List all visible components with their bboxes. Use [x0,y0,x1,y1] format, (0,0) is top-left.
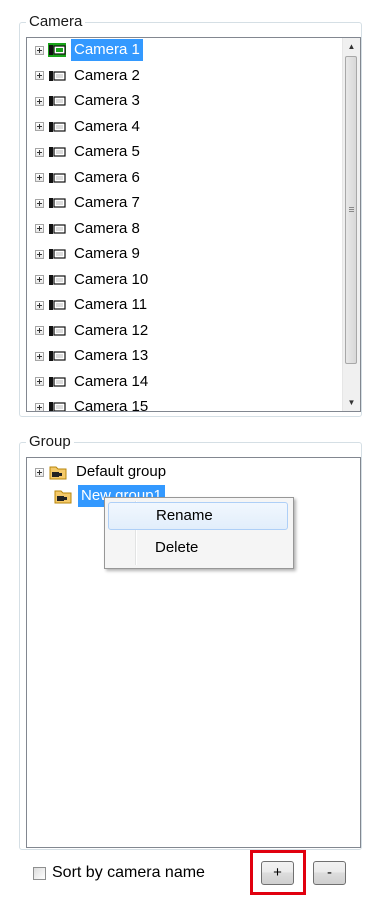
expand-icon[interactable] [35,173,44,182]
expand-icon[interactable] [35,402,44,411]
menu-item-rename[interactable]: Rename [108,502,288,530]
menu-item-delete[interactable]: Delete [108,534,288,562]
camera-label: Camera 15 [74,398,149,412]
camera-item[interactable]: Camera 5 [35,140,143,164]
expand-icon[interactable] [35,147,44,157]
expand-icon[interactable] [35,96,44,106]
camera-icon [49,70,66,81]
camera-label: Camera 4 [74,117,140,135]
camera-item[interactable]: Camera 4 [35,115,143,139]
scroll-up-arrow[interactable]: ▲ [343,38,360,55]
camera-item[interactable]: Camera 9 [35,242,143,266]
camera-item[interactable]: Camera 6 [35,166,143,190]
camera-folder-icon [49,466,67,480]
camera-panel-title: Camera [26,12,86,32]
camera-icon [49,300,66,310]
scroll-thumb[interactable] [345,56,357,364]
camera-icon [49,325,66,336]
camera-label: Camera 1 [71,39,143,61]
camera-icon [49,351,66,361]
expand-icon[interactable] [35,122,44,131]
ip-camera-icon [48,43,66,57]
camera-item[interactable]: Camera 12 [35,319,151,343]
camera-label: Camera 3 [74,92,140,109]
camera-label: Camera 7 [74,194,140,211]
scroll-down-arrow[interactable]: ▼ [343,394,360,411]
camera-icon [49,147,66,157]
group-panel-title: Group [26,432,74,452]
expand-icon[interactable] [35,224,44,233]
expand-icon[interactable] [35,71,44,80]
camera-tree-scrollbar[interactable]: ▲ ▼ [342,38,360,411]
camera-item[interactable]: Camera 15 [35,395,151,412]
expand-icon[interactable] [35,249,44,259]
expand-icon[interactable] [35,45,44,55]
camera-item[interactable]: Camera 7 [35,191,143,215]
camera-item[interactable]: Camera 3 [35,89,143,113]
camera-icon [49,121,66,132]
camera-item[interactable]: Camera 2 [35,64,143,88]
group-label: Default group [76,463,167,480]
camera-label: Camera 8 [74,219,140,237]
highlight-box [250,850,306,895]
camera-icon [49,274,66,285]
camera-item[interactable]: Camera 11 [35,293,150,317]
camera-item[interactable]: Camera 10 [35,268,151,292]
sort-by-camera-name-checkbox[interactable] [33,867,46,880]
expand-icon[interactable] [35,377,44,386]
camera-icon [49,96,66,106]
camera-icon [49,402,66,411]
camera-icon [49,249,66,259]
expand-icon[interactable] [35,326,44,335]
camera-icon [49,172,66,183]
camera-item[interactable]: Camera 8 [35,217,143,241]
camera-label: Camera 9 [74,245,140,262]
remove-group-button[interactable]: - [313,861,346,885]
camera-icon [49,223,66,234]
camera-folder-icon [54,490,72,504]
expand-icon[interactable] [35,351,44,361]
camera-label: Camera 6 [74,168,140,186]
camera-tree[interactable]: Camera 1 Camera 2 Camera 3 Camera 4 Camera 5… [26,37,361,412]
camera-label: Camera 13 [74,347,149,364]
camera-label: Camera 11 [74,296,148,313]
camera-item[interactable]: Camera 13 [35,344,151,368]
expand-icon[interactable] [35,467,44,477]
expand-icon[interactable] [35,300,44,310]
camera-label: Camera 14 [74,372,149,390]
camera-label: Camera 12 [74,321,149,339]
camera-label: Camera 5 [74,143,140,160]
context-menu: Rename Delete [104,497,294,569]
expand-icon[interactable] [35,198,44,208]
camera-item[interactable]: Camera 14 [35,370,151,394]
camera-label: Camera 2 [74,66,140,84]
camera-label: Camera 10 [74,270,149,288]
camera-icon [49,198,66,208]
camera-item[interactable]: Camera 1 [35,38,143,62]
group-item-default[interactable]: Default group [35,460,169,484]
camera-icon [49,376,66,387]
expand-icon[interactable] [35,275,44,284]
sort-by-camera-name-label: Sort by camera name [52,864,205,881]
